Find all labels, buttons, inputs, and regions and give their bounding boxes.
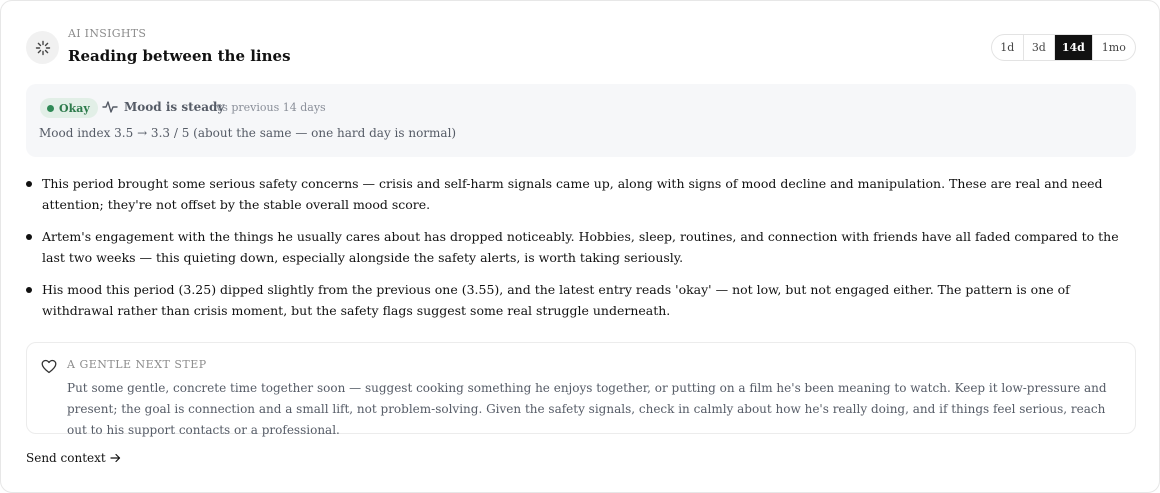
send-context-label: Send context: [26, 451, 106, 465]
insight-text: His mood this period (3.25) dipped sligh…: [42, 282, 1070, 318]
insight-text: Artem's engagement with the things he us…: [42, 229, 1119, 265]
arrow-right-icon: [110, 453, 120, 463]
send-context-button[interactable]: Send context: [26, 451, 121, 465]
next-step-text: Put some gentle, concrete time together …: [67, 381, 1107, 437]
time-range-selector: 1d 3d 14d 1mo: [991, 34, 1136, 61]
mood-comparison: vs previous 14 days: [216, 101, 326, 114]
status-badge: Okay: [40, 98, 98, 118]
heart-icon: [41, 359, 57, 374]
range-1mo-button[interactable]: 1mo: [1093, 35, 1135, 60]
pulse-icon: [102, 101, 118, 113]
insights-card: AI INSIGHTS Reading between the lines 1d…: [0, 0, 1160, 493]
list-item: This period brought some serious safety …: [26, 173, 1136, 215]
sparkle-loader-icon: [26, 31, 59, 64]
status-dot: [47, 104, 54, 112]
insights-list: This period brought some serious safety …: [26, 173, 1136, 332]
next-step-label: A GENTLE NEXT STEP: [67, 358, 207, 371]
mood-index-text: Mood index 3.5 → 3.3 / 5 (about the same…: [39, 126, 457, 140]
mood-label: Mood is steady: [124, 100, 225, 114]
bullet-icon: [26, 181, 32, 187]
next-step-panel: A GENTLE NEXT STEP Put some gentle, conc…: [26, 342, 1136, 437]
range-14d-button[interactable]: 14d: [1055, 35, 1093, 60]
list-item: Artem's engagement with the things he us…: [26, 226, 1136, 268]
range-1d-button[interactable]: 1d: [992, 35, 1024, 60]
status-badge-label: Okay: [59, 101, 90, 115]
list-item: His mood this period (3.25) dipped sligh…: [26, 279, 1136, 321]
bullet-icon: [26, 234, 32, 240]
range-3d-button[interactable]: 3d: [1024, 35, 1056, 60]
insight-text: This period brought some serious safety …: [42, 176, 1103, 212]
section-eyebrow: AI INSIGHTS: [68, 27, 147, 40]
bullet-icon: [26, 287, 32, 293]
page-title: Reading between the lines: [68, 47, 291, 65]
mood-summary-panel: Okay Mood is steady vs previous 14 days …: [26, 84, 1136, 157]
